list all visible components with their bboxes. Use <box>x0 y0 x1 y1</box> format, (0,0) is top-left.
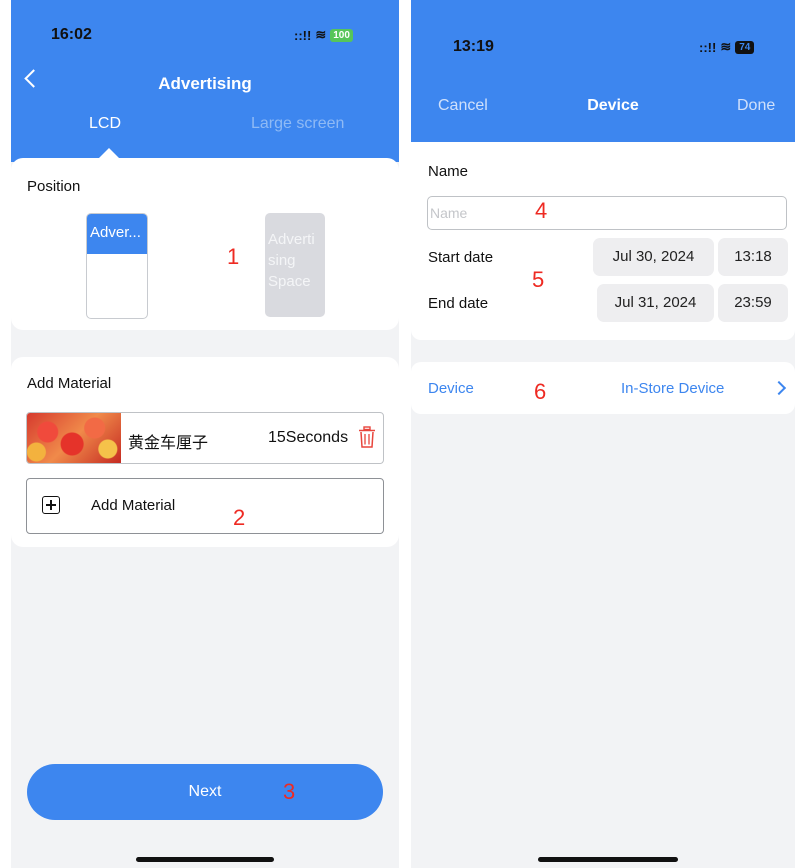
status-time: 13:19 <box>453 38 494 55</box>
battery-icon: 100 <box>330 28 353 42</box>
add-material-button[interactable]: Add Material <box>26 478 384 534</box>
annotation-number: 6 <box>534 379 547 404</box>
header-bar <box>411 0 795 142</box>
trash-icon[interactable] <box>358 426 376 448</box>
slot-label: Adverti sing Space <box>268 231 315 290</box>
device-value: In-Store Device <box>621 380 725 397</box>
start-date-label: Start date <box>428 249 494 266</box>
position-card: Position <box>11 158 399 330</box>
next-button[interactable]: Next <box>27 764 383 820</box>
annotation-number: 1 <box>227 244 240 269</box>
page-title: Advertising <box>158 74 252 93</box>
annotation-number: 4 <box>535 198 548 223</box>
tab-lcd[interactable]: LCD <box>89 115 121 133</box>
position-slot-selected[interactable]: Adver... <box>86 213 148 319</box>
home-indicator <box>136 857 274 862</box>
end-date-picker[interactable]: Jul 31, 2024 <box>597 284 714 322</box>
status-icons: ::!! ≋ 100 <box>294 27 353 43</box>
signal-icon: ::!! <box>699 39 717 55</box>
name-label: Name <box>428 163 469 180</box>
done-button[interactable]: Done <box>737 97 775 115</box>
end-date-label: End date <box>428 295 489 312</box>
wifi-icon: ≋ <box>720 39 732 54</box>
annotation-number: 2 <box>233 505 246 530</box>
add-material-label: Add Material <box>91 497 176 514</box>
position-slot-advertising-space[interactable]: Adverti sing Space <box>265 213 325 317</box>
name-input[interactable] <box>427 196 787 230</box>
add-material-heading: Add Material <box>27 375 112 392</box>
chevron-right-icon <box>771 380 787 396</box>
status-icons: ::!! ≋ 74 <box>699 39 755 55</box>
position-label: Position <box>27 178 81 195</box>
material-duration: 15Seconds <box>268 429 349 446</box>
material-item[interactable]: 黄金车厘子 15Seconds <box>26 412 384 464</box>
next-label: Next <box>188 783 222 800</box>
home-indicator <box>538 857 678 862</box>
material-name: 黄金车厘子 <box>128 435 209 452</box>
battery-icon: 74 <box>735 40 755 54</box>
device-screen: 13:19 ::!! ≋ 74 Cancel Device Done Name … <box>411 0 795 868</box>
plus-icon <box>42 496 60 514</box>
material-thumbnail <box>27 413 121 463</box>
device-label: Device <box>428 380 474 397</box>
status-time: 16:02 <box>51 26 92 43</box>
start-date-picker[interactable]: Jul 30, 2024 <box>593 238 714 276</box>
annotation-number: 3 <box>283 779 296 804</box>
end-time-picker[interactable]: 23:59 <box>718 284 788 322</box>
annotation-number: 5 <box>532 267 545 292</box>
device-row[interactable]: Device In-Store Device <box>411 362 795 414</box>
wifi-icon: ≋ <box>315 27 327 42</box>
tab-large-screen[interactable]: Large screen <box>251 115 344 133</box>
start-time-picker[interactable]: 13:18 <box>718 238 788 276</box>
advertising-screen: 16:02 ::!! ≋ 100 Advertising LCD Large s… <box>11 0 399 868</box>
signal-icon: ::!! <box>294 27 312 43</box>
slot-label: Adver... <box>87 214 147 254</box>
